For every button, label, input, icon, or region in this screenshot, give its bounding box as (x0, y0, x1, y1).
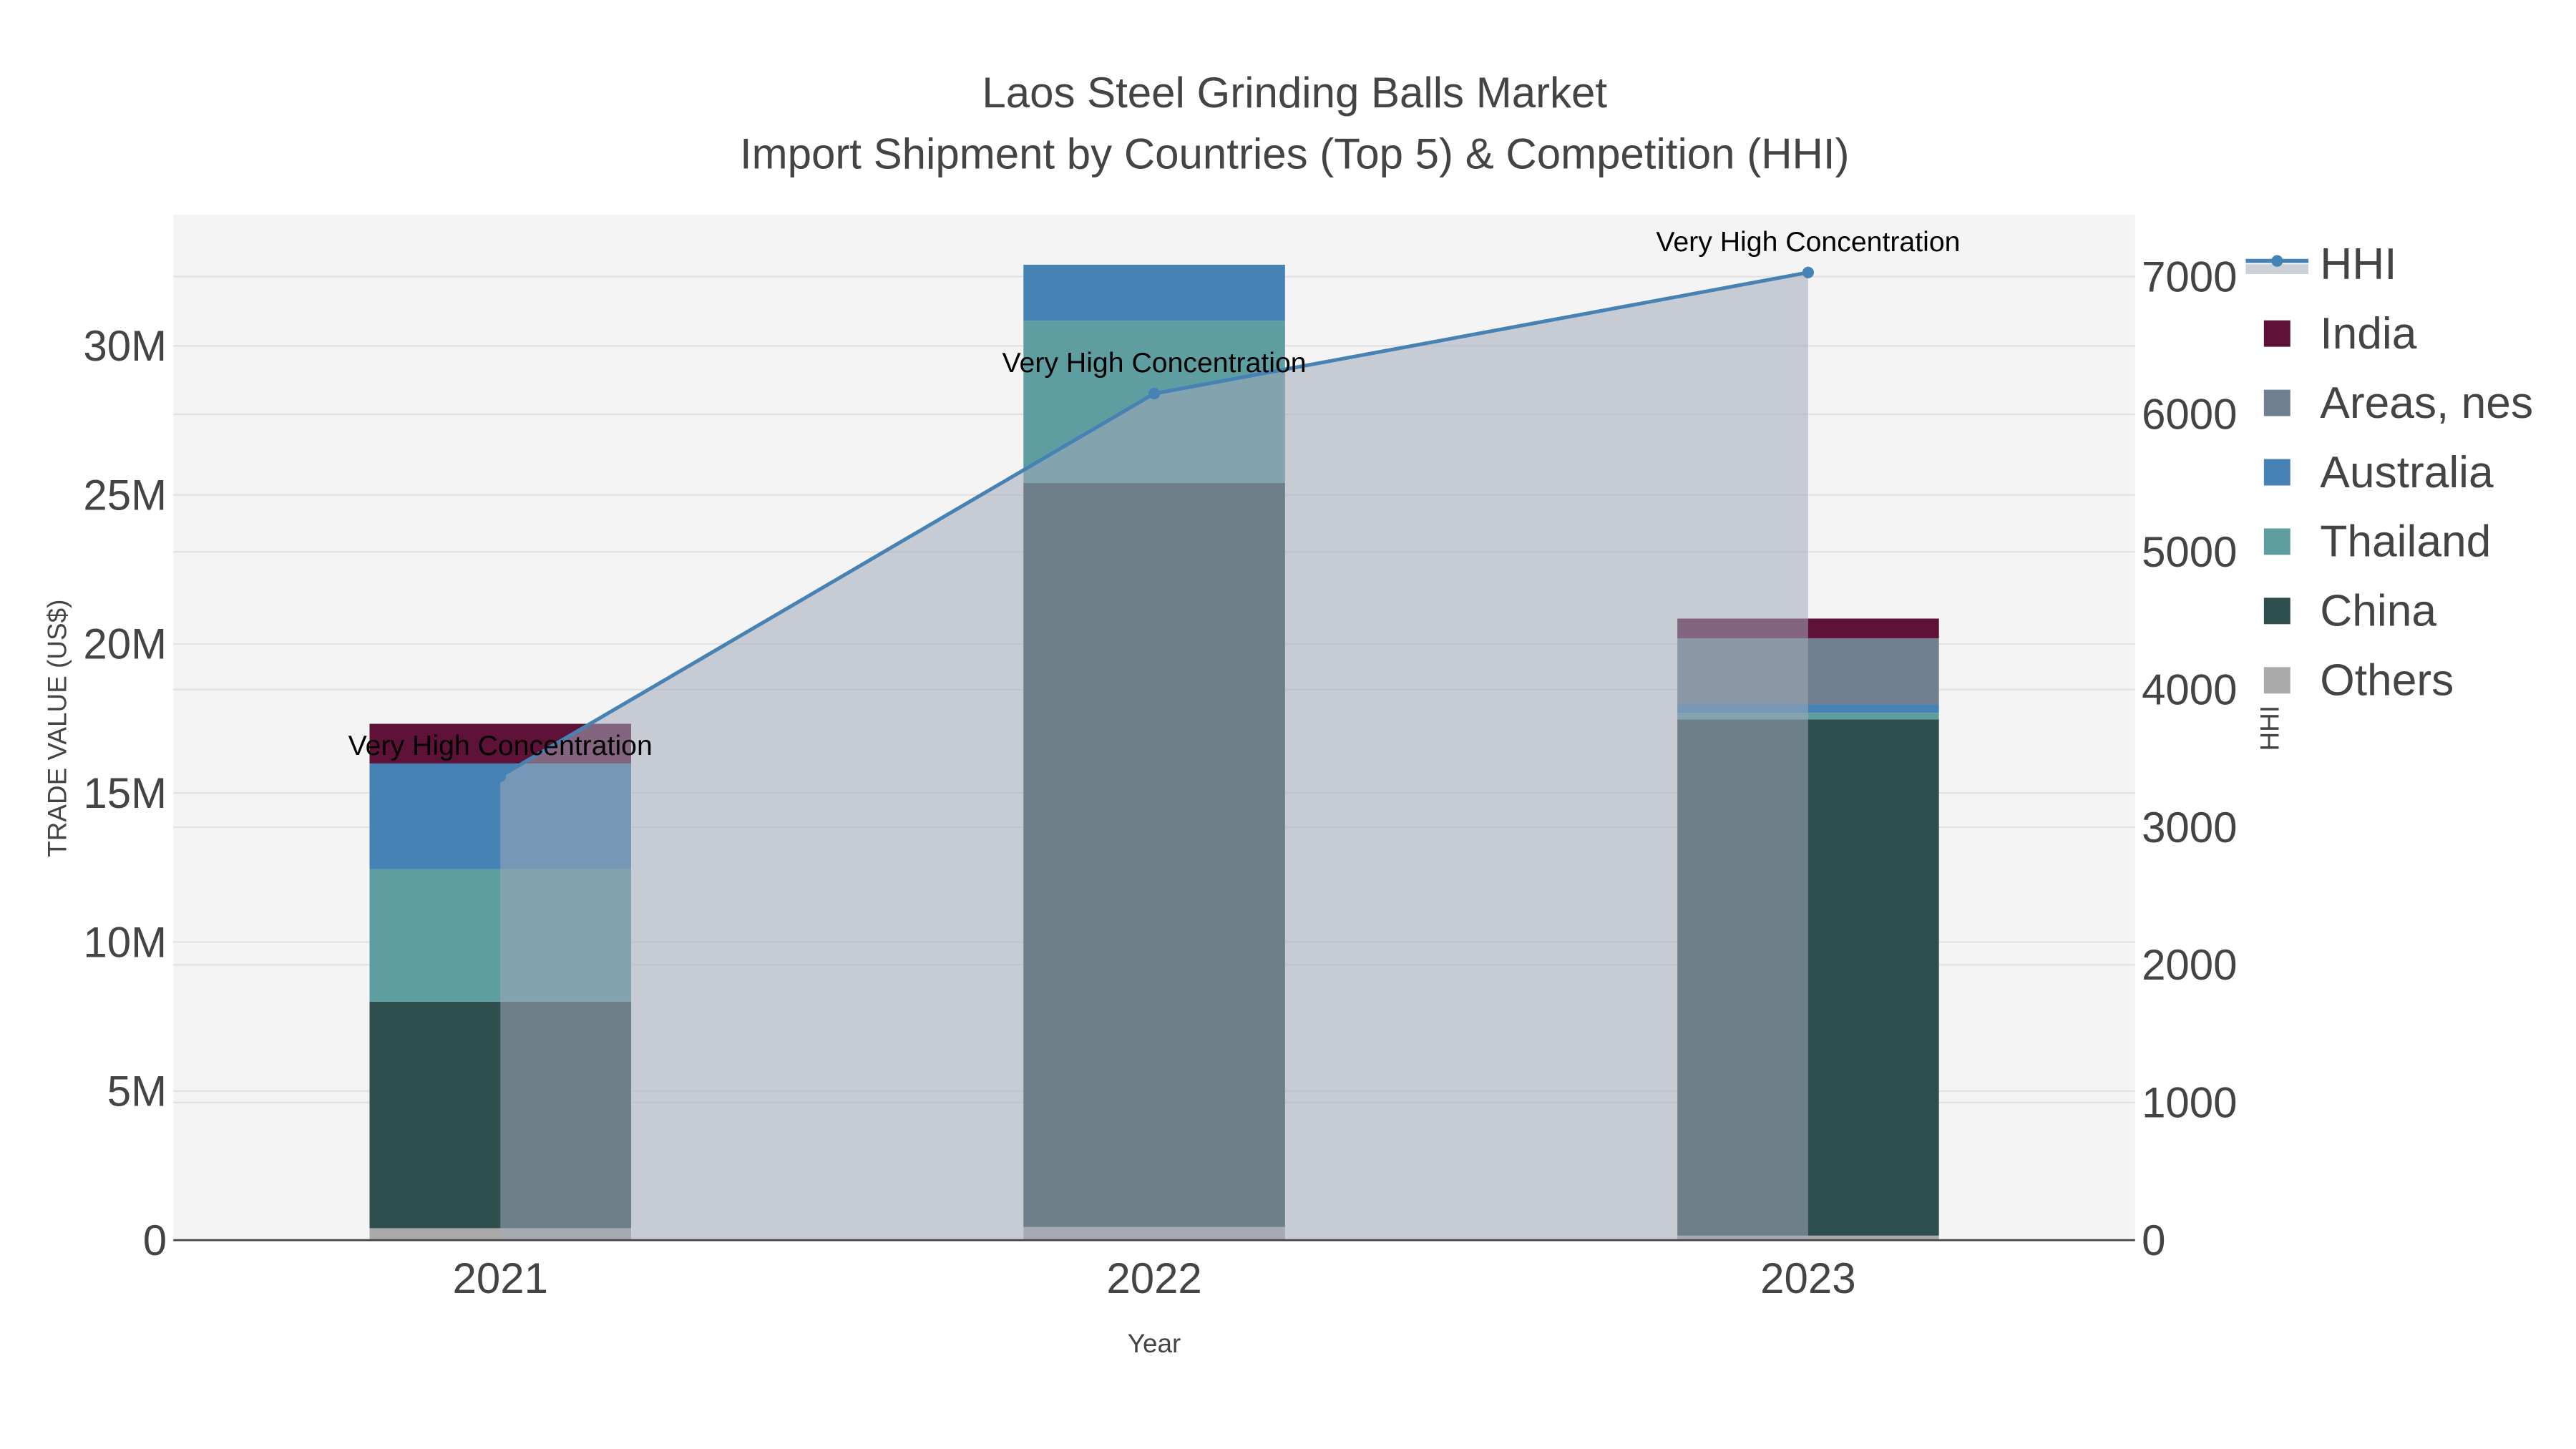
x-tick-label: 2023 (1760, 1254, 1855, 1302)
legend-item-others: Others (2263, 656, 2454, 706)
y2-tick-label: 2000 (2142, 941, 2237, 989)
y2-tick-label: 3000 (2142, 804, 2237, 852)
y-axis-title: TRADE VALUE (US$) (42, 600, 72, 857)
y-tick-label: 15M (83, 769, 167, 817)
bar-australia-2022 (1023, 264, 1285, 321)
legend-item-australia: Australia (2263, 448, 2494, 497)
legend-label: India (2320, 309, 2416, 358)
legend-swatch (2263, 528, 2290, 555)
legend-item-thailand: Thailand (2263, 517, 2491, 567)
y2-tick-label: 5000 (2142, 528, 2237, 576)
legend-swatch (2263, 667, 2290, 694)
legend-swatch (2263, 320, 2290, 347)
y2-axis-ticks: 0 1000 2000 3000 4000 5000 6000 7000 (2142, 253, 2237, 1264)
legend-label: HHI (2320, 240, 2396, 289)
y2-axis-title: HHI (2255, 706, 2285, 751)
hhi-point (1148, 387, 1161, 400)
y2-tick-label: 0 (2142, 1216, 2165, 1264)
y-axis-ticks: 0 5M 10M 15M 20M 25M 30M (83, 322, 167, 1264)
y2-tick-label: 7000 (2142, 253, 2237, 301)
hhi-point (1802, 266, 1814, 278)
y-tick-label: 0 (143, 1216, 167, 1264)
legend-label: Thailand (2320, 517, 2491, 567)
x-axis-title: Year (1128, 1329, 1181, 1358)
legend-label: China (2320, 587, 2436, 636)
y2-tick-label: 4000 (2142, 665, 2237, 713)
y2-tick-label: 1000 (2142, 1078, 2237, 1126)
hhi-annotation: Very High Concentration (348, 730, 653, 761)
hhi-annotation: Very High Concentration (1002, 347, 1307, 379)
legend-item-india: India (2263, 309, 2417, 358)
x-tick-label: 2022 (1106, 1254, 1201, 1302)
legend-marker (2271, 255, 2283, 267)
x-tick-label: 2021 (452, 1254, 547, 1302)
y2-tick-label: 6000 (2142, 391, 2237, 439)
y-tick-label: 25M (83, 471, 167, 519)
legend-item-areas-nes: Areas, nes (2263, 379, 2533, 428)
chart: Very High Concentration Very High Concent… (42, 69, 2533, 1358)
x-axis-ticks: 2021 2022 2023 (452, 1254, 1855, 1302)
legend-item-hhi: HHI (2245, 240, 2397, 289)
legend: HHI India Areas, nes Australia Thailand China… (2245, 240, 2533, 706)
y-tick-label: 10M (83, 918, 167, 966)
legend-swatch (2263, 389, 2290, 416)
legend-label: Others (2320, 656, 2454, 706)
chart-title: Laos Steel Grinding Balls Market (982, 69, 1607, 117)
legend-item-china: China (2263, 587, 2436, 636)
chart-subtitle: Import Shipment by Countries (Top 5) & C… (740, 130, 1850, 177)
y-tick-label: 20M (83, 620, 167, 668)
y-tick-label: 30M (83, 322, 167, 370)
legend-swatch (2263, 459, 2290, 486)
legend-label: Areas, nes (2320, 379, 2533, 428)
hhi-point (494, 770, 507, 782)
y-tick-label: 5M (107, 1068, 167, 1116)
legend-swatch (2263, 597, 2290, 625)
legend-label: Australia (2320, 448, 2494, 497)
hhi-annotation: Very High Concentration (1656, 226, 1960, 258)
